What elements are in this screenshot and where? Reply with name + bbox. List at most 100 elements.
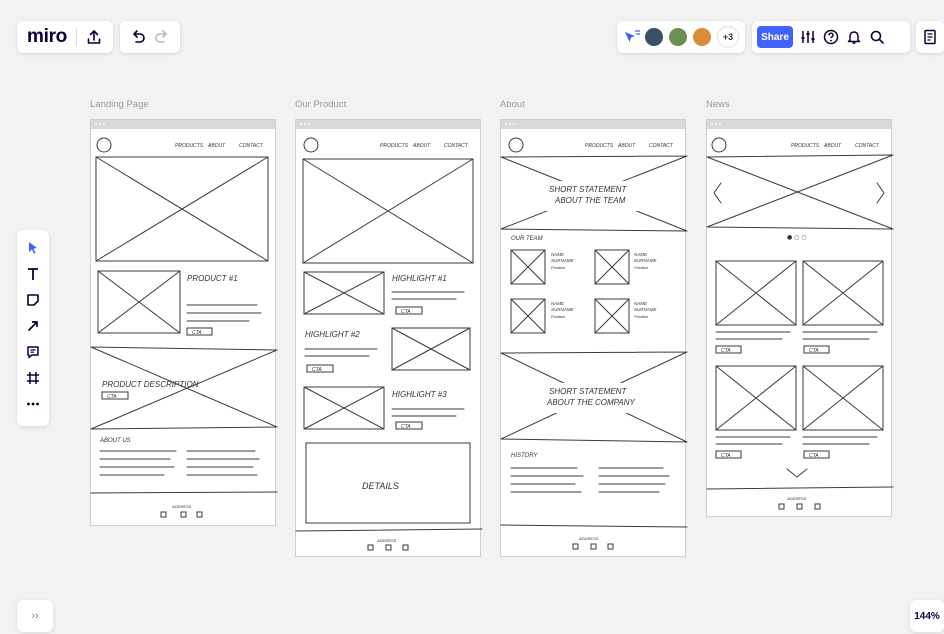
- highlight3-title: HIGHLIGHT #3: [392, 390, 447, 399]
- our-team-title: OUR TEAM: [511, 236, 543, 242]
- hero-cross: [302, 158, 474, 264]
- product-title: PRODUCT #1: [187, 274, 238, 283]
- redo-icon[interactable]: [154, 30, 170, 44]
- news-cta: CTA: [809, 348, 819, 354]
- details-label: DETAILS: [362, 481, 399, 491]
- miro-logo[interactable]: miro: [27, 26, 67, 48]
- divider: [75, 28, 77, 46]
- collaborator-avatar[interactable]: [691, 26, 713, 48]
- team-statement-line1: SHORT STATEMENT: [549, 185, 627, 194]
- search-icon[interactable]: [869, 29, 885, 45]
- collaborator-avatar[interactable]: [643, 26, 665, 48]
- social-icon: [814, 503, 821, 510]
- about-us-title: ABOUT US: [99, 438, 131, 444]
- carousel-prev-icon: [713, 182, 722, 204]
- upload-icon[interactable]: [86, 29, 102, 45]
- share-button[interactable]: Share: [757, 26, 793, 48]
- frame-title-about[interactable]: About: [500, 99, 525, 110]
- nav-products: PRODUCTS: [380, 143, 409, 149]
- social-icon: [196, 511, 203, 518]
- cursor-follow-icon[interactable]: [623, 29, 641, 45]
- svg-text:Position: Position: [551, 265, 566, 270]
- wireframe-news[interactable]: PRODUCTS ABOUT CONTACT ● ○ ○ CTA CTA CTA…: [706, 119, 894, 517]
- sticky-note-icon[interactable]: [23, 291, 43, 309]
- frame-tool-icon[interactable]: [23, 369, 43, 387]
- company-statement-line1: SHORT STATEMENT: [549, 387, 627, 396]
- highlight2-lines: [304, 348, 378, 357]
- team-member: NAME SURNAME Position: [594, 249, 658, 285]
- social-icon: [367, 544, 374, 551]
- text-tool-icon[interactable]: [23, 265, 43, 283]
- frame-title-news[interactable]: News: [706, 99, 730, 110]
- news-card-cross: [715, 260, 797, 326]
- frame-title-landing[interactable]: Landing Page: [90, 99, 149, 110]
- svg-text:SURNAME: SURNAME: [551, 258, 575, 263]
- settings-sliders-icon[interactable]: [800, 29, 816, 45]
- team-member: NAME SURNAME Position: [510, 249, 575, 285]
- social-icon: [385, 544, 392, 551]
- carousel-dots: ● ○ ○: [787, 234, 807, 241]
- svg-text:SURNAME: SURNAME: [634, 258, 658, 263]
- nav-about: ABOUT: [207, 143, 226, 149]
- undo-icon[interactable]: [130, 30, 146, 44]
- social-icon: [590, 543, 597, 550]
- svg-text:Position: Position: [634, 314, 649, 319]
- social-icon: [607, 543, 614, 550]
- load-more-chevron-icon: [786, 468, 808, 478]
- social-icon: [778, 503, 785, 510]
- highlight3-cross: [303, 386, 385, 430]
- select-cursor-icon[interactable]: [23, 239, 43, 257]
- notes-icon[interactable]: [923, 29, 937, 45]
- logo-placeholder: [508, 137, 524, 153]
- footer-address: ADDRESS: [376, 538, 397, 543]
- social-icon: [796, 503, 803, 510]
- frame-title-product[interactable]: Our Product: [295, 99, 346, 110]
- collaborators-panel: +3: [617, 21, 745, 53]
- social-icon: [402, 544, 409, 551]
- nav-about: ABOUT: [412, 143, 431, 149]
- social-icon: [160, 511, 167, 518]
- nav-contact: CONTACT: [444, 143, 469, 149]
- news-card-lines: [715, 436, 878, 445]
- footer-address: ADDRESS: [171, 504, 192, 509]
- wireframe-our-product[interactable]: PRODUCTS ABOUT CONTACT HIGHLIGHT #1 CTA …: [295, 119, 483, 557]
- svg-text:NAME: NAME: [551, 301, 565, 306]
- about-sketch: PRODUCTS ABOUT CONTACT SHORT STATEMENT A…: [500, 137, 688, 550]
- more-tools-icon[interactable]: [23, 395, 43, 413]
- svg-text:Position: Position: [551, 314, 566, 319]
- wireframe-about[interactable]: PRODUCTS ABOUT CONTACT SHORT STATEMENT A…: [500, 119, 688, 557]
- nav-products: PRODUCTS: [175, 143, 204, 149]
- footer-address: ADDRESS: [786, 496, 807, 501]
- footer-divider: [500, 524, 688, 528]
- footer-divider: [706, 486, 894, 490]
- nav-products: PRODUCTS: [585, 143, 614, 149]
- bell-icon[interactable]: [846, 29, 862, 45]
- zoom-level[interactable]: 144%: [910, 600, 944, 632]
- product-image-cross: [97, 270, 181, 334]
- window-bar: [296, 120, 480, 129]
- product-text-lines: [186, 304, 262, 322]
- wireframe-landing-page[interactable]: PRODUCTS ABOUT CONTACT PRODUCT #1 CTA PR…: [90, 119, 278, 526]
- window-bar: [91, 120, 275, 129]
- history-text-lines: [510, 467, 670, 493]
- help-icon[interactable]: [823, 29, 839, 45]
- comment-icon[interactable]: [23, 343, 43, 361]
- expand-panel-button[interactable]: ››: [17, 600, 53, 632]
- social-icon: [180, 511, 187, 518]
- window-bar: [707, 120, 891, 129]
- carousel-next-icon: [876, 182, 885, 204]
- hero-cross: [95, 156, 269, 262]
- about-us-text-lines: [99, 450, 260, 476]
- history-title: HISTORY: [511, 453, 538, 459]
- highlight1-title: HIGHLIGHT #1: [392, 274, 447, 283]
- logo-placeholder: [711, 137, 727, 153]
- nav-about: ABOUT: [823, 143, 842, 149]
- carousel-banner: [706, 154, 894, 230]
- highlight3-lines: [391, 408, 465, 417]
- collaborator-avatar[interactable]: [667, 26, 689, 48]
- news-sketch: PRODUCTS ABOUT CONTACT ● ○ ○ CTA CTA CTA…: [706, 137, 894, 510]
- more-collaborators-badge[interactable]: +3: [717, 26, 739, 48]
- arrow-connector-icon[interactable]: [23, 317, 43, 335]
- svg-text:SURNAME: SURNAME: [634, 307, 658, 312]
- nav-products: PRODUCTS: [791, 143, 820, 149]
